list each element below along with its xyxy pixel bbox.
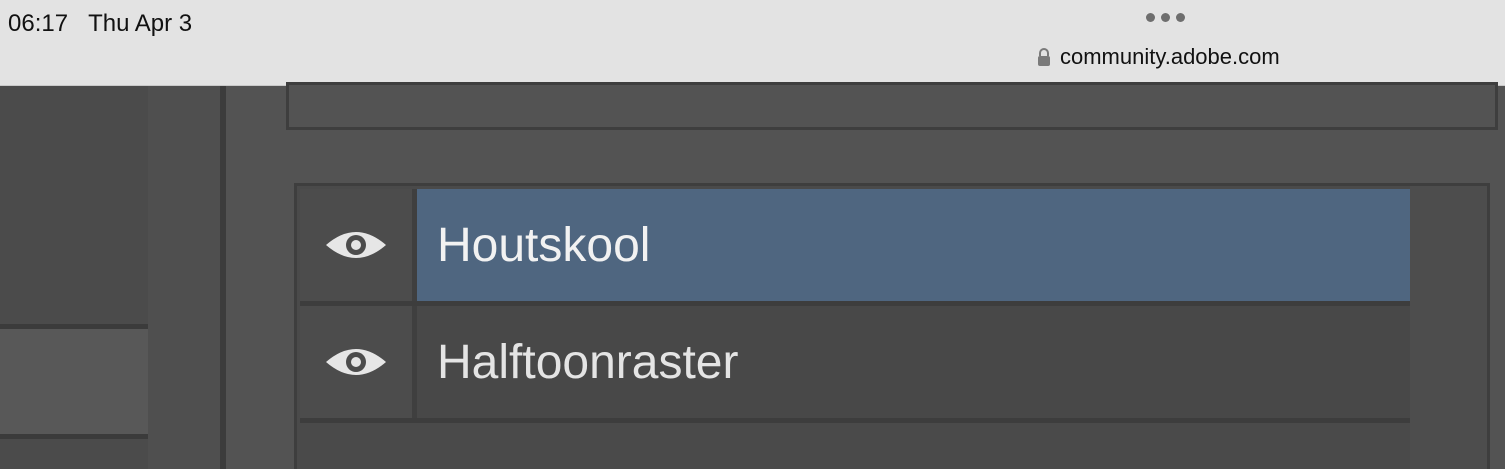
eye-icon (326, 232, 386, 258)
address-bar[interactable]: community.adobe.com (1036, 44, 1280, 70)
time-date: 06:17 Thu Apr 3 (8, 10, 212, 38)
left-panel-block (0, 329, 148, 434)
app-screenshot: Houtskool Halftoonraster (0, 82, 1505, 469)
layers-panel: Houtskool Halftoonraster (294, 183, 1490, 469)
layer-name: Halftoonraster (417, 306, 1412, 418)
status-date: Thu Apr 3 (88, 10, 193, 37)
visibility-toggle[interactable] (300, 189, 412, 301)
divider (220, 86, 226, 469)
three-dots-icon[interactable] (1146, 13, 1185, 22)
panel-gutter (148, 86, 220, 469)
status-bar: 06:17 Thu Apr 3 community.adobe.com (0, 0, 1505, 86)
visibility-toggle[interactable] (300, 306, 412, 418)
lock-icon (1038, 48, 1050, 66)
url-text: community.adobe.com (1060, 44, 1280, 69)
panel-scroll-rail[interactable] (1410, 186, 1487, 469)
status-time: 06:17 (8, 10, 69, 37)
divider (0, 434, 148, 439)
layer-row-houtskool[interactable]: Houtskool (300, 189, 1412, 301)
panel-top-box (286, 82, 1498, 130)
eye-icon (326, 349, 386, 375)
layer-name: Houtskool (417, 189, 1412, 301)
divider (300, 418, 1410, 423)
layer-row-halftoonraster[interactable]: Halftoonraster (300, 306, 1412, 418)
